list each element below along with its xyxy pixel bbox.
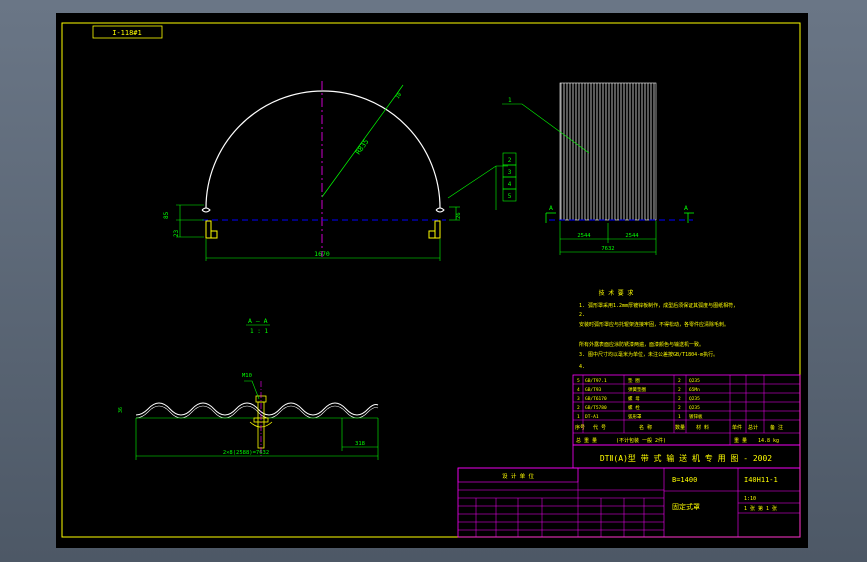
note-line-2: 2. (579, 312, 585, 318)
row-5-material: 镀锌板 (689, 413, 703, 420)
wave-end-dimension: 318 (355, 441, 365, 447)
row-3-name: 螺 母 (628, 395, 640, 402)
header-code: 代 号 (593, 424, 606, 431)
header-name: 名 称 (639, 424, 652, 431)
plate-dimension-right: 2544 (625, 233, 639, 239)
drawing-sheet[interactable]: I-118#1 R835 10 85 23 26 1670 2 3 4 5 1 … (56, 13, 808, 548)
row-5-no: 1 (577, 414, 580, 420)
code-box: I-118#1 (92, 25, 163, 39)
right-dimension: 26 (456, 212, 462, 219)
note-line-5: 3. 图中尺寸均以毫米为单位，未注公差按GB/T1804-m执行。 (579, 351, 718, 358)
plate-dimension-total: 7632 (601, 246, 614, 252)
drawing-number: I40H11-1 (744, 476, 778, 484)
note-line-6: 4. (579, 364, 585, 370)
front-view: R835 10 85 23 26 1670 (163, 81, 508, 261)
right-bracket (428, 207, 445, 239)
left-bracket (201, 207, 218, 239)
header-qty: 数量 (675, 424, 685, 431)
code-box-label: I-118#1 (112, 29, 142, 37)
total-label: 总 重 量 (576, 437, 597, 444)
row-2-material: 65Mn (689, 387, 700, 393)
plate-dimension-left: 2544 (577, 233, 591, 239)
row-4-qty: 2 (678, 405, 681, 411)
section-scale: 1 : 1 (250, 328, 268, 335)
section-view: A — A 1 : 1 318 2×8(2588)=7632 36 M10 (118, 317, 379, 460)
parts-table: 5 GB/T97.1 垫 圈 2 Q235 4 GB/T93 弹簧垫圈 2 65… (572, 374, 801, 446)
row-2-qty: 2 (678, 387, 681, 393)
width-dimension: 1670 (314, 250, 330, 258)
callout-4: 4 (508, 181, 512, 188)
row-3-qty: 2 (678, 396, 681, 402)
row-1-name: 垫 圈 (628, 377, 640, 384)
weight-value: 14.8 kg (758, 438, 779, 444)
row-1-code: GB/T97.1 (585, 378, 607, 384)
callout-1: 1 (508, 97, 512, 104)
header-unit: 单件 (732, 424, 742, 431)
product-title: DTⅡ(A)型 带 式 输 送 机 专 用 图 - 2002 (600, 453, 772, 463)
callout-stack: 2 3 4 5 (502, 152, 517, 202)
wave-profile (135, 402, 379, 416)
row-4-code: GB/T5780 (585, 405, 607, 411)
scale-label: 1:10 (744, 496, 756, 502)
row-3-no: 3 (577, 396, 580, 402)
row-1-no: 5 (577, 378, 580, 384)
cad-viewer: I-118#1 R835 10 85 23 26 1670 2 3 4 5 1 … (0, 0, 867, 562)
design-unit-header: 设 计 单 位 (502, 472, 534, 480)
cad-drawing: I-118#1 R835 10 85 23 26 1670 2 3 4 5 1 … (61, 22, 801, 538)
wave-pitch-dimension: 2×8(2588)=7632 (223, 450, 269, 456)
row-2-no: 4 (577, 387, 580, 393)
width-spec: B=1400 (672, 476, 697, 484)
drawing-name: 固定式罩 (672, 502, 700, 511)
row-4-material: Q235 (689, 405, 700, 411)
row-3-material: Q235 (689, 396, 700, 402)
bolt-label: M10 (242, 373, 252, 379)
small-dimension: 10 (395, 92, 403, 100)
wave-height-dimension: 36 (118, 407, 124, 413)
note-line-1: 1. 弧形罩采用1.2mm厚镀锌板制作，成型后须保证其弧度与图纸相符， (579, 302, 738, 309)
total-note: (不计包装 一般 2件) (616, 437, 666, 444)
row-2-name: 弹簧垫圈 (628, 386, 646, 393)
hood-arc (205, 90, 441, 209)
weight-label: 重 量 (734, 437, 747, 444)
row-1-material: Q235 (689, 378, 700, 384)
callout-5: 5 (508, 193, 512, 200)
sheet-label: 1 张 第 1 张 (744, 505, 777, 512)
section-title: A — A (248, 317, 268, 325)
technical-notes: 技 术 要 求 1. 弧形罩采用1.2mm厚镀锌板制作，成型后须保证其弧度与图纸… (579, 289, 738, 370)
header-remark: 备 注 (770, 424, 783, 431)
left-dimension-upper: 85 (163, 211, 170, 219)
note-line-4: 所有外露表面应涂防锈漆两遍，面漆颜色与输送机一致。 (579, 341, 704, 348)
row-5-qty: 1 (678, 414, 681, 420)
row-1-qty: 2 (678, 378, 681, 384)
corrugated-plate (559, 82, 657, 221)
radius-dimension: R835 (354, 138, 370, 156)
row-4-no: 2 (577, 405, 580, 411)
side-view: 1 A A 2544 2544 7632 (502, 82, 694, 255)
row-4-name: 螺 栓 (628, 404, 640, 411)
row-2-code: GB/T93 (585, 387, 602, 393)
row-5-code: DT-A1 (585, 414, 599, 420)
row-3-code: GB/T6170 (585, 396, 607, 402)
header-no: 序号 (575, 424, 585, 431)
notes-title: 技 术 要 求 (599, 289, 634, 297)
row-5-name: 弧形罩 (628, 413, 642, 420)
title-block: DTⅡ(A)型 带 式 输 送 机 专 用 图 - 2002 B=1400 I4… (457, 444, 801, 538)
callout-3: 3 (508, 169, 512, 176)
header-total: 总计 (748, 424, 758, 431)
callout-2: 2 (508, 157, 512, 164)
left-dimension-lower: 23 (173, 229, 180, 237)
header-material: 材 料 (696, 424, 709, 431)
section-mark-right: A (684, 204, 688, 212)
section-mark-left: A (549, 204, 553, 212)
note-line-3: 安装时弧形罩应与托辊架连接牢固，不得松动，各零件应清除毛刺。 (579, 321, 729, 328)
